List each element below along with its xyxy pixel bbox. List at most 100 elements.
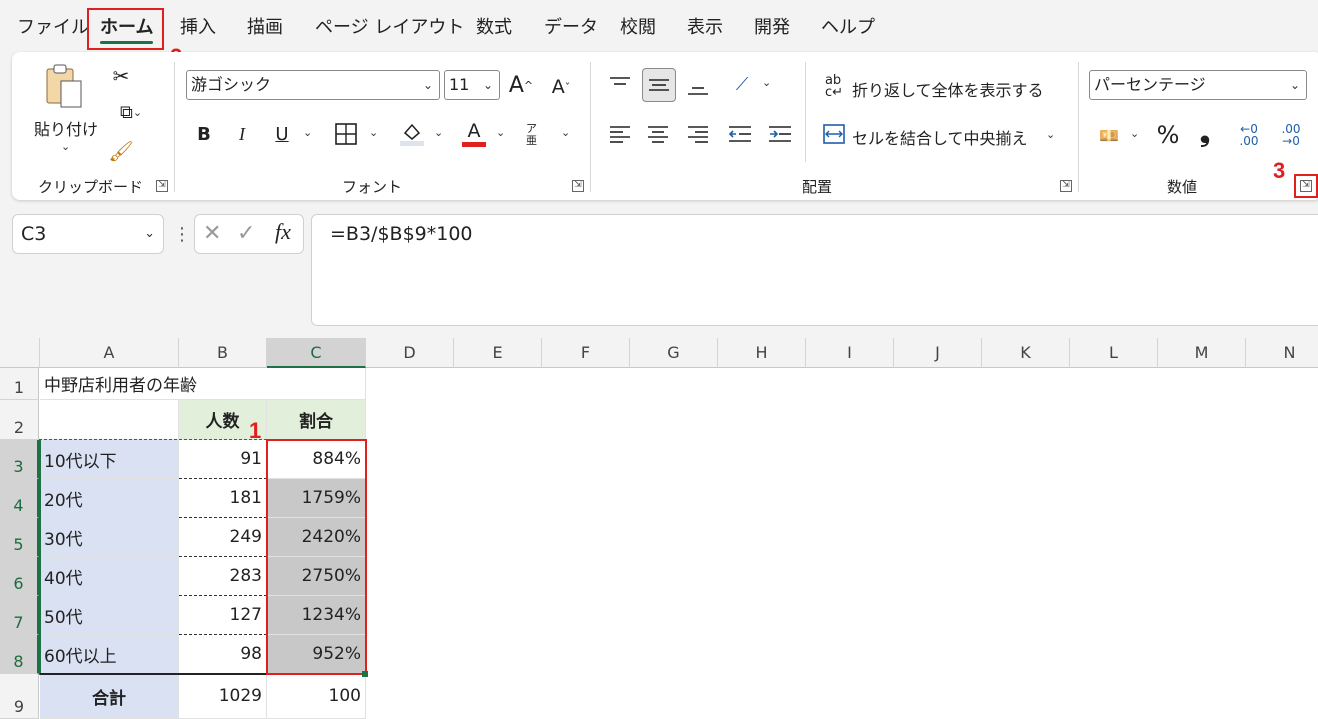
- align-left-icon[interactable]: [608, 122, 632, 146]
- column-header-d[interactable]: D: [366, 338, 454, 368]
- row-header-8[interactable]: 8: [0, 635, 39, 674]
- tab-data[interactable]: データ: [544, 14, 598, 42]
- font-launcher-icon[interactable]: ⇲: [572, 180, 584, 192]
- increase-decimal-icon[interactable]: ←0 .00: [1234, 120, 1264, 150]
- row-header-4[interactable]: 4: [0, 479, 39, 518]
- row-header-1[interactable]: 1: [0, 368, 39, 400]
- wrap-text-icon[interactable]: ab c↵: [822, 74, 846, 100]
- select-all-corner[interactable]: [0, 338, 40, 368]
- fill-handle[interactable]: [362, 671, 368, 677]
- column-header-g[interactable]: G: [630, 338, 718, 368]
- accounting-chevron-icon[interactable]: ⌄: [1130, 127, 1139, 140]
- row-header-7[interactable]: 7: [0, 596, 39, 635]
- column-header-b[interactable]: B: [179, 338, 267, 368]
- cell-c5[interactable]: 2420%: [267, 518, 366, 557]
- phonetic-guide-icon[interactable]: ア亜: [526, 120, 546, 150]
- accounting-format-icon[interactable]: 💴: [1094, 122, 1124, 148]
- font-name-select[interactable]: 游ゴシック ⌄: [186, 70, 440, 100]
- cell-a9[interactable]: 合計: [40, 674, 179, 719]
- increase-font-size-icon[interactable]: A ^: [508, 70, 534, 100]
- row-header-2[interactable]: 2: [0, 400, 39, 440]
- column-header-n[interactable]: N: [1246, 338, 1318, 368]
- cancel-icon[interactable]: ✕: [203, 221, 221, 246]
- tab-formulas[interactable]: 数式: [476, 14, 512, 42]
- paste-label[interactable]: 貼り付け: [34, 116, 98, 140]
- row-header-3[interactable]: 3: [0, 440, 39, 479]
- alignment-launcher-icon[interactable]: ⇲: [1060, 180, 1072, 192]
- tab-help[interactable]: ヘルプ: [821, 14, 875, 42]
- phonetic-chevron-icon[interactable]: ⌄: [561, 126, 570, 139]
- format-painter-icon[interactable]: 🖌: [108, 138, 134, 164]
- decrease-decimal-icon[interactable]: .00 →0: [1274, 120, 1308, 150]
- paste-chevron-icon[interactable]: ⌄: [61, 140, 70, 153]
- paste-icon[interactable]: [40, 62, 90, 112]
- tab-draw[interactable]: 描画: [247, 14, 283, 42]
- tab-page-layout[interactable]: ページ レイアウト: [315, 14, 464, 42]
- column-header-i[interactable]: I: [806, 338, 894, 368]
- column-header-m[interactable]: M: [1158, 338, 1246, 368]
- cell-b3[interactable]: 91: [179, 440, 267, 479]
- font-color-chevron-icon[interactable]: ⌄: [496, 126, 505, 139]
- name-box[interactable]: C3 ⌄: [12, 214, 164, 254]
- align-top-icon[interactable]: [608, 72, 632, 96]
- cell-a1[interactable]: 中野店利用者の年齢: [40, 368, 267, 400]
- cell-a2[interactable]: [40, 400, 179, 440]
- insert-function-icon[interactable]: fx: [275, 219, 291, 245]
- merge-center-icon[interactable]: [822, 122, 846, 146]
- copy-icon[interactable]: ⧉ ⌄: [107, 100, 155, 124]
- column-header-k[interactable]: K: [982, 338, 1070, 368]
- decrease-indent-icon[interactable]: [728, 122, 752, 146]
- comma-style-button[interactable]: ❟: [1194, 118, 1216, 148]
- cell-c1[interactable]: [267, 368, 366, 400]
- merge-center-button[interactable]: セルを結合して中央揃え: [852, 125, 1028, 149]
- formula-input[interactable]: =B3/$B$9*100: [311, 214, 1318, 326]
- column-header-j[interactable]: J: [894, 338, 982, 368]
- row-header-6[interactable]: 6: [0, 557, 39, 596]
- column-header-c[interactable]: C: [267, 338, 366, 368]
- more-options-icon[interactable]: ⋮: [173, 224, 191, 245]
- fill-color-icon[interactable]: [398, 118, 426, 148]
- cell-a4[interactable]: 20代: [40, 479, 179, 518]
- font-color-icon[interactable]: A: [460, 118, 488, 148]
- cell-b4[interactable]: 181: [179, 479, 267, 518]
- column-header-h[interactable]: H: [718, 338, 806, 368]
- cell-a3[interactable]: 10代以下: [40, 440, 179, 479]
- cell-c3[interactable]: 884%: [267, 440, 366, 479]
- borders-chevron-icon[interactable]: ⌄: [369, 126, 378, 139]
- align-middle-icon[interactable]: [642, 68, 676, 102]
- cell-c4[interactable]: 1759%: [267, 479, 366, 518]
- orientation-chevron-icon[interactable]: ⌄: [762, 76, 771, 89]
- cell-a5[interactable]: 30代: [40, 518, 179, 557]
- bold-button[interactable]: B: [192, 120, 216, 148]
- orientation-icon[interactable]: ⟋: [728, 70, 756, 98]
- number-format-select[interactable]: パーセンテージ ⌄: [1089, 70, 1307, 100]
- tab-insert[interactable]: 挿入: [180, 14, 216, 42]
- underline-button[interactable]: U: [270, 120, 294, 148]
- decrease-font-size-icon[interactable]: Aˇ: [548, 72, 574, 102]
- tab-review[interactable]: 校閲: [620, 14, 656, 42]
- cell-c7[interactable]: 1234%: [267, 596, 366, 635]
- cut-icon[interactable]: ✂: [109, 64, 133, 88]
- row-header-9[interactable]: 9: [0, 674, 39, 719]
- column-header-l[interactable]: L: [1070, 338, 1158, 368]
- underline-chevron-icon[interactable]: ⌄: [303, 126, 312, 139]
- fill-color-chevron-icon[interactable]: ⌄: [434, 126, 443, 139]
- borders-icon[interactable]: [334, 122, 358, 146]
- tab-developer[interactable]: 開発: [754, 14, 790, 42]
- align-bottom-icon[interactable]: [686, 76, 710, 100]
- row-header-5[interactable]: 5: [0, 518, 39, 557]
- merge-chevron-icon[interactable]: ⌄: [1046, 128, 1055, 141]
- cell-b9[interactable]: 1029: [179, 674, 267, 719]
- align-center-icon[interactable]: [646, 122, 670, 146]
- clipboard-launcher-icon[interactable]: ⇲: [156, 180, 168, 192]
- cell-b5[interactable]: 249: [179, 518, 267, 557]
- increase-indent-icon[interactable]: [768, 122, 792, 146]
- font-size-select[interactable]: 11 ⌄: [444, 70, 500, 100]
- cell-c8[interactable]: 952%: [267, 635, 366, 674]
- cell-c9[interactable]: 100: [267, 674, 366, 719]
- cell-b8[interactable]: 98: [179, 635, 267, 674]
- cell-b6[interactable]: 283: [179, 557, 267, 596]
- wrap-text-button[interactable]: 折り返して全体を表示する: [852, 77, 1044, 101]
- enter-icon[interactable]: ✓: [237, 221, 255, 246]
- cell-a7[interactable]: 50代: [40, 596, 179, 635]
